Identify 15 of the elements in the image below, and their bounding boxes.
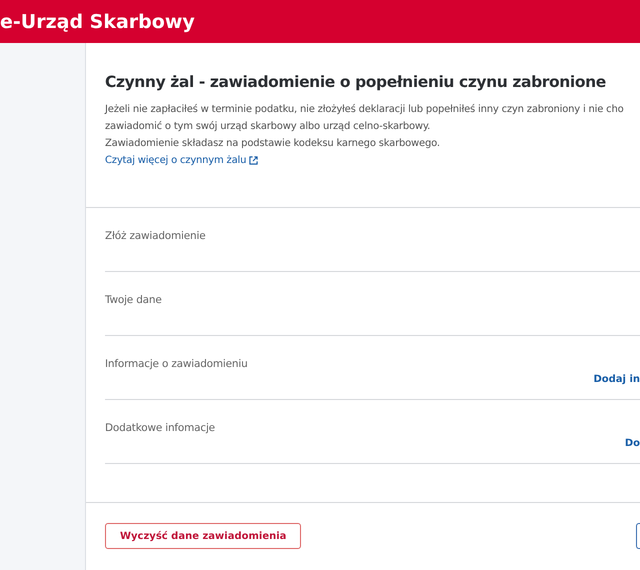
intro-text: Jeżeli nie zapłaciłeś w terminie podatku, nie złożyłeś deklaracji lub popełniłeś inny czyn zabroniony i nie cho [105, 103, 625, 117]
section-label: Złóż zawiadomienie [105, 230, 206, 242]
external-link-icon [249, 156, 258, 165]
intro-text: zawiadomić o tym swój urząd skarbowy albo urząd celno-skarbowy. [105, 120, 432, 134]
outline-button[interactable] [636, 523, 640, 549]
intro-text: Zawiadomienie składasz na podstawie kodeksu karnego skarbowego. [105, 137, 441, 151]
page-title: Czynny żal - zawiadomienie o popełnieniu czynu zabronione [105, 73, 607, 91]
site-title[interactable]: e-Urząd Skarbowy [0, 10, 195, 32]
section-label: Informacje o zawiadomieniu [105, 358, 249, 370]
read-more-link[interactable]: Czytaj więcej o czynnym żalu [105, 152, 246, 169]
section-label: Twoje dane [105, 294, 163, 306]
add-link[interactable]: Dodaj in [593, 374, 640, 385]
clear-button[interactable]: Wyczyść dane zawiadomienia [105, 523, 302, 549]
section-label: Dodatkowe infomacje [105, 422, 216, 434]
add-link[interactable]: Do [624, 438, 640, 449]
